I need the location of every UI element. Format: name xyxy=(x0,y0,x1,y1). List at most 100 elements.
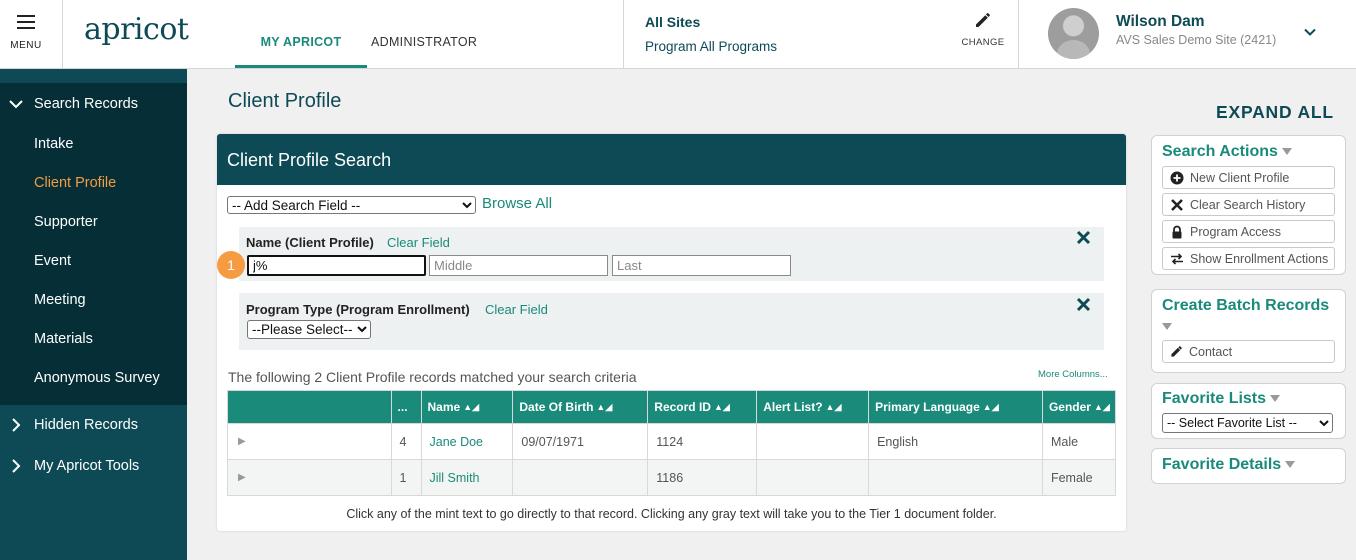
contact-button[interactable]: Contact xyxy=(1162,340,1335,363)
cell-dob[interactable] xyxy=(512,459,649,496)
step-badge: 1 xyxy=(217,251,245,279)
chevron-down-icon[interactable] xyxy=(1302,24,1318,40)
search-panel-header: Client Profile Search xyxy=(217,134,1126,185)
chevron-down-icon xyxy=(9,100,23,109)
search-panel-title: Client Profile Search xyxy=(227,150,392,170)
clear-field-link[interactable]: Clear Field xyxy=(485,302,548,317)
sidebar-group-label: Hidden Records xyxy=(34,417,138,433)
sidebar-item-client-profile[interactable]: Client Profile xyxy=(34,175,116,191)
sidebar-item-intake[interactable]: Intake xyxy=(34,136,74,152)
middle-name-input[interactable] xyxy=(429,255,608,276)
expand-row-icon[interactable]: ▶ xyxy=(227,459,392,496)
cell-alert[interactable] xyxy=(756,423,870,460)
table-header-row: ... Name ▲◢ Date Of Birth ▲◢ Record ID ▲◢ A… xyxy=(227,390,1117,424)
caret-down-icon xyxy=(1270,395,1281,403)
favorite-list-select[interactable]: -- Select Favorite List -- xyxy=(1162,413,1333,433)
lock-icon xyxy=(1172,225,1182,238)
new-client-profile-button[interactable]: New Client Profile xyxy=(1162,166,1335,189)
sidebar-group-label: My Apricot Tools xyxy=(34,458,140,474)
last-name-input[interactable] xyxy=(612,255,791,276)
column-header-dob[interactable]: Date Of Birth ▲◢ xyxy=(512,390,649,424)
sidebar-group-header-hidden-records[interactable]: Hidden Records xyxy=(8,417,138,433)
cell-gender[interactable]: Male xyxy=(1041,423,1117,460)
cell-count[interactable]: 1 xyxy=(390,459,422,496)
clear-search-history-button[interactable]: Clear Search History xyxy=(1162,193,1335,216)
column-header-record-id[interactable]: Record ID ▲◢ xyxy=(647,390,758,424)
cell-language[interactable]: English xyxy=(868,423,1043,460)
column-header-name[interactable]: Name ▲◢ xyxy=(420,390,514,424)
user-name: Wilson Dam xyxy=(1116,13,1205,30)
caret-down-icon[interactable] xyxy=(1162,323,1172,330)
change-label: CHANGE xyxy=(961,37,1005,48)
close-icon[interactable] xyxy=(1076,297,1091,312)
favorite-lists-title[interactable]: Favorite Lists xyxy=(1162,390,1281,408)
sidebar-group-search-records xyxy=(0,83,187,405)
criterion-program-type: Program Type (Program Enrollment) Clear … xyxy=(239,293,1104,350)
sidebar: Search Records Intake Client Profile Sup… xyxy=(0,69,187,560)
change-button[interactable]: CHANGE xyxy=(960,10,1006,48)
cell-record-id[interactable]: 1124 xyxy=(647,423,758,460)
sort-icon: ▲◢ xyxy=(825,402,842,413)
column-header-expand xyxy=(227,390,392,424)
column-header-language[interactable]: Primary Language ▲◢ xyxy=(868,390,1043,424)
sidebar-group-header-search-records[interactable]: Search Records xyxy=(8,96,138,112)
table-row[interactable]: ▶ 1 Jill Smith 1186 Female xyxy=(227,459,1117,496)
tab-my-apricot[interactable]: MY APRICOT xyxy=(235,35,367,68)
sidebar-item-anonymous-survey[interactable]: Anonymous Survey xyxy=(34,370,160,386)
avatar[interactable] xyxy=(1048,8,1099,59)
sort-icon: ▲◢ xyxy=(713,402,730,413)
results-summary: The following 2 Client Profile records m… xyxy=(228,369,637,385)
expand-all-button[interactable]: EXPAND ALL xyxy=(1216,102,1334,123)
cell-gender[interactable]: Female xyxy=(1041,459,1117,496)
program-type-select[interactable]: --Please Select-- xyxy=(247,320,371,339)
sort-icon: ▲◢ xyxy=(982,402,999,413)
cell-alert[interactable] xyxy=(756,459,870,496)
sidebar-item-materials[interactable]: Materials xyxy=(34,331,93,347)
sort-icon: ▲◢ xyxy=(463,402,480,413)
first-name-input[interactable] xyxy=(247,255,426,276)
sidebar-item-supporter[interactable]: Supporter xyxy=(34,214,98,230)
results-footnote: Click any of the mint text to go directl… xyxy=(346,507,997,521)
cell-language[interactable] xyxy=(868,459,1043,496)
search-actions-panel: Search Actions New Client Profile Clear … xyxy=(1151,135,1346,275)
cell-name[interactable]: Jill Smith xyxy=(420,459,514,496)
sort-icon: ▲◢ xyxy=(1093,402,1110,413)
tab-administrator[interactable]: ADMINISTRATOR xyxy=(371,35,477,49)
cell-count[interactable]: 4 xyxy=(390,423,422,460)
sidebar-item-meeting[interactable]: Meeting xyxy=(34,292,86,308)
favorite-details-title[interactable]: Favorite Details xyxy=(1162,456,1296,474)
search-actions-title[interactable]: Search Actions xyxy=(1162,143,1292,161)
pencil-icon xyxy=(976,13,990,27)
clear-field-link[interactable]: Clear Field xyxy=(387,235,450,250)
sidebar-group-header-my-apricot-tools[interactable]: My Apricot Tools xyxy=(8,458,139,474)
more-columns-link[interactable]: More Columns... xyxy=(1038,369,1108,380)
cell-dob[interactable]: 09/07/1971 xyxy=(512,423,649,460)
create-batch-records-panel: Create Batch Records Contact xyxy=(1151,289,1346,373)
x-icon xyxy=(1171,198,1183,211)
program-label: Program All Programs xyxy=(645,39,778,54)
column-header-gender[interactable]: Gender ▲◢ xyxy=(1041,390,1117,424)
swap-icon xyxy=(1171,252,1183,265)
column-header-alert[interactable]: Alert List? ▲◢ xyxy=(756,390,870,424)
add-search-field-select[interactable]: -- Add Search Field -- xyxy=(227,196,476,214)
program-access-button[interactable]: Program Access xyxy=(1162,220,1335,243)
search-panel: Client Profile Search -- Add Search Fiel… xyxy=(217,134,1126,531)
site-label: All Sites xyxy=(645,14,701,30)
expand-row-icon[interactable]: ▶ xyxy=(227,423,392,460)
site-program-selector: All Sites Program All Programs CHANGE xyxy=(623,0,1019,68)
menu-button[interactable]: MENU xyxy=(0,0,63,68)
results-table: ... Name ▲◢ Date Of Birth ▲◢ Record ID ▲◢ A… xyxy=(227,390,1117,496)
cell-name[interactable]: Jane Doe xyxy=(420,423,514,460)
criterion-name: Name (Client Profile) Clear Field xyxy=(239,227,1104,281)
table-row[interactable]: ▶ 4 Jane Doe 09/07/1971 1124 English Mal… xyxy=(227,423,1117,460)
create-batch-records-title[interactable]: Create Batch Records xyxy=(1162,297,1340,315)
show-enrollment-actions-button[interactable]: Show Enrollment Actions xyxy=(1162,247,1335,270)
sidebar-item-event[interactable]: Event xyxy=(34,253,71,269)
app-header: MENU apricot MY APRICOT ADMINISTRATOR Al… xyxy=(0,0,1356,69)
cell-record-id[interactable]: 1186 xyxy=(647,459,758,496)
browse-all-link[interactable]: Browse All xyxy=(482,195,552,212)
column-header-count[interactable]: ... xyxy=(390,390,422,424)
criterion-program-label: Program Type (Program Enrollment) xyxy=(246,302,470,317)
close-icon[interactable] xyxy=(1076,230,1091,245)
apricot-logo[interactable]: apricot xyxy=(84,12,189,47)
